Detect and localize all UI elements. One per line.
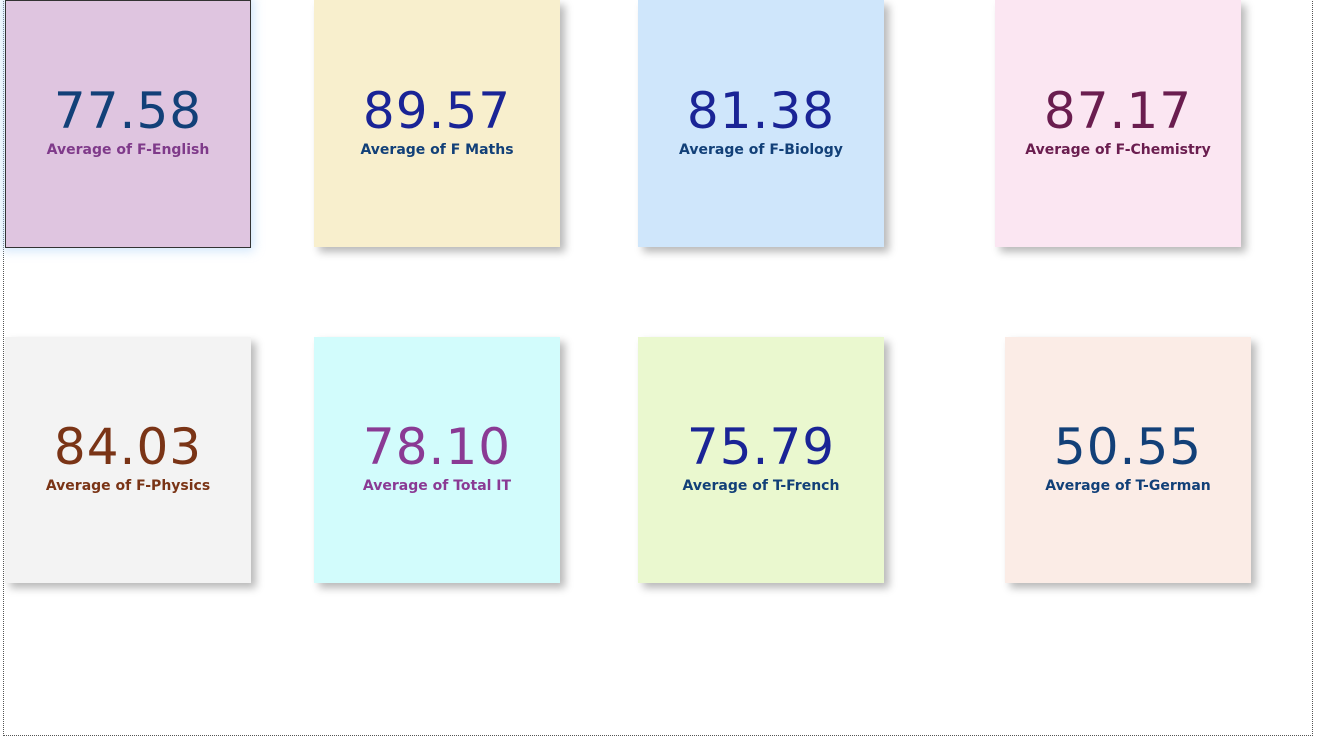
card-t-german[interactable]: 50.55 Average of T-German [1005, 337, 1251, 583]
card-f-chemistry[interactable]: 87.17 Average of F-Chemistry [995, 0, 1241, 247]
report-canvas: 77.58 Average of F-English 89.57 Average… [0, 0, 1341, 746]
card-label: Average of F-Physics [45, 478, 211, 494]
card-label: Average of F-English [46, 142, 210, 158]
card-label: Average of Total IT [362, 478, 512, 494]
vertical-scrollbar[interactable] [1314, 0, 1341, 746]
card-label: Average of T-French [682, 478, 840, 494]
card-label: Average of F-Chemistry [1025, 141, 1211, 158]
card-f-physics[interactable]: 84.03 Average of F-Physics [5, 337, 251, 583]
card-value: 78.10 [362, 418, 512, 476]
card-label: Average of T-German [1045, 478, 1211, 494]
card-value: 84.03 [53, 418, 203, 476]
card-label: Average of F-Biology [679, 141, 843, 158]
card-value: 81.38 [686, 81, 836, 140]
card-value: 50.55 [1053, 418, 1203, 476]
card-value: 75.79 [686, 418, 836, 476]
card-value: 77.58 [53, 82, 203, 140]
card-value: 89.57 [362, 81, 512, 140]
card-f-maths[interactable]: 89.57 Average of F Maths [314, 0, 560, 247]
card-f-biology[interactable]: 81.38 Average of F-Biology [638, 0, 884, 247]
card-f-english[interactable]: 77.58 Average of F-English [5, 0, 251, 248]
card-label: Average of F Maths [360, 141, 514, 158]
card-total-it[interactable]: 78.10 Average of Total IT [314, 337, 560, 583]
card-t-french[interactable]: 75.79 Average of T-French [638, 337, 884, 583]
card-value: 87.17 [1043, 81, 1193, 140]
